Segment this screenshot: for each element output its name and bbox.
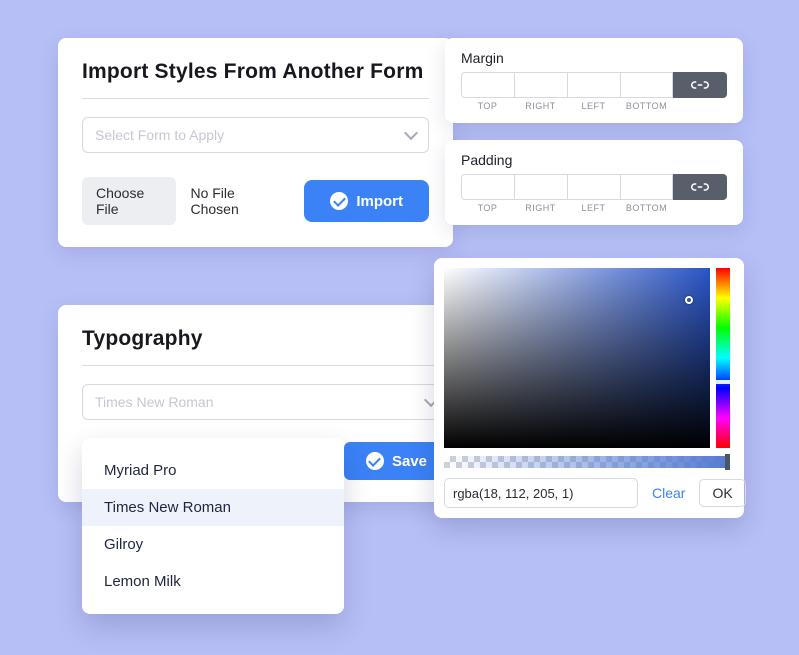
form-select[interactable]: Select Form to Apply bbox=[82, 117, 429, 153]
margin-sub-left: LEFT bbox=[567, 101, 620, 111]
margin-bottom-input[interactable] bbox=[620, 72, 673, 98]
alpha-handle[interactable] bbox=[725, 454, 730, 470]
hue-handle[interactable] bbox=[714, 380, 732, 384]
choose-file-button[interactable]: Choose File bbox=[82, 177, 176, 225]
font-option[interactable]: Lemon Milk bbox=[82, 563, 344, 600]
color-cursor[interactable] bbox=[685, 296, 693, 304]
font-option[interactable]: Myriad Pro bbox=[82, 452, 344, 489]
padding-bottom-input[interactable] bbox=[620, 174, 673, 200]
check-circle-icon bbox=[366, 452, 384, 470]
font-select-value: Times New Roman bbox=[95, 394, 214, 410]
link-icon bbox=[691, 180, 709, 194]
saturation-field[interactable] bbox=[444, 268, 710, 448]
font-dropdown: Myriad Pro Times New Roman Gilroy Lemon … bbox=[82, 438, 344, 614]
color-picker: Clear OK bbox=[434, 258, 744, 518]
chevron-down-icon bbox=[404, 126, 418, 140]
ok-button[interactable]: OK bbox=[699, 479, 745, 507]
divider bbox=[82, 365, 449, 366]
margin-top-input[interactable] bbox=[461, 72, 514, 98]
margin-inputs bbox=[461, 72, 727, 98]
margin-label: Margin bbox=[461, 50, 727, 66]
padding-right-input[interactable] bbox=[514, 174, 567, 200]
link-icon bbox=[691, 78, 709, 92]
padding-label: Padding bbox=[461, 152, 727, 168]
padding-link-button[interactable] bbox=[673, 174, 727, 200]
padding-sub-bottom: BOTTOM bbox=[620, 203, 673, 213]
save-button-label: Save bbox=[392, 453, 427, 470]
font-option[interactable]: Gilroy bbox=[82, 526, 344, 563]
import-styles-title: Import Styles From Another Form bbox=[82, 60, 429, 84]
margin-sub-right: RIGHT bbox=[514, 101, 567, 111]
padding-sub-top: TOP bbox=[461, 203, 514, 213]
file-status: No File Chosen bbox=[190, 185, 276, 217]
padding-inputs bbox=[461, 174, 727, 200]
margin-left-input[interactable] bbox=[567, 72, 620, 98]
color-value-input[interactable] bbox=[444, 478, 638, 508]
clear-button[interactable]: Clear bbox=[646, 485, 691, 501]
import-button-label: Import bbox=[356, 193, 403, 210]
form-select-placeholder: Select Form to Apply bbox=[95, 127, 224, 143]
margin-sub-top: TOP bbox=[461, 101, 514, 111]
check-circle-icon bbox=[330, 192, 348, 210]
import-button[interactable]: Import bbox=[304, 180, 429, 222]
padding-panel: Padding TOP RIGHT LEFT BOTTOM bbox=[445, 140, 743, 225]
hue-slider[interactable] bbox=[716, 268, 730, 448]
import-styles-card: Import Styles From Another Form Select F… bbox=[58, 38, 453, 247]
margin-link-button[interactable] bbox=[673, 72, 727, 98]
padding-left-input[interactable] bbox=[567, 174, 620, 200]
padding-top-input[interactable] bbox=[461, 174, 514, 200]
font-select[interactable]: Times New Roman bbox=[82, 384, 449, 420]
padding-sub-left: LEFT bbox=[567, 203, 620, 213]
typography-title: Typography bbox=[82, 327, 449, 351]
divider bbox=[82, 98, 429, 99]
font-option[interactable]: Times New Roman bbox=[82, 489, 344, 526]
padding-sub-right: RIGHT bbox=[514, 203, 567, 213]
margin-panel: Margin TOP RIGHT LEFT BOTTOM bbox=[445, 38, 743, 123]
margin-sub-bottom: BOTTOM bbox=[620, 101, 673, 111]
margin-right-input[interactable] bbox=[514, 72, 567, 98]
alpha-slider[interactable] bbox=[444, 456, 730, 468]
